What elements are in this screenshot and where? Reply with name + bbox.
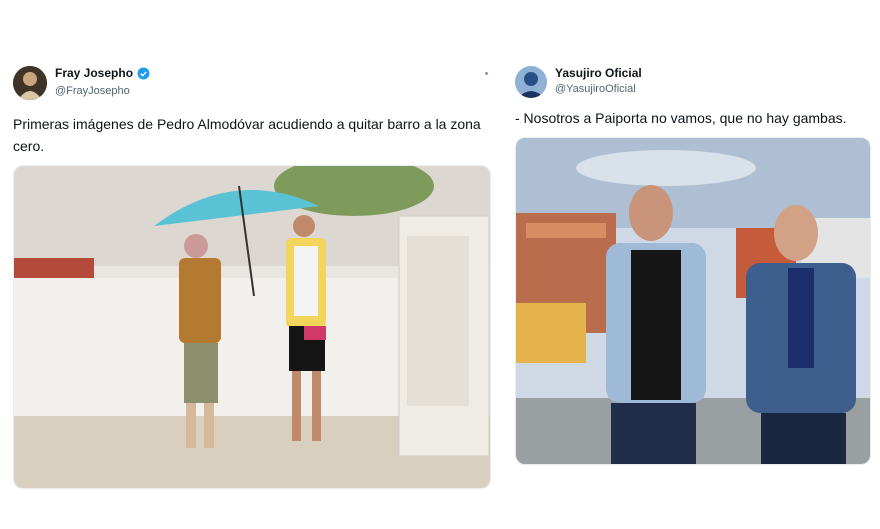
tweet-photo-two-men[interactable]: [515, 137, 871, 465]
photo-two-men-city-icon: [516, 138, 870, 464]
author-name[interactable]: Fray Josepho: [55, 66, 133, 80]
author-handle[interactable]: @YasujiroOficial: [555, 83, 636, 95]
verified-badge-icon: [137, 67, 150, 80]
author-name[interactable]: Yasujiro Oficial: [555, 66, 642, 80]
photo-two-men-umbrella-icon: [14, 166, 490, 488]
avatar-yasujiro-oficial[interactable]: [515, 66, 547, 98]
tweet-photo-almodovar[interactable]: [13, 165, 491, 489]
more-menu-icon[interactable]: [485, 72, 488, 75]
tweet-text: - Nosotros a Paiporta no vamos, que no h…: [515, 110, 847, 126]
author-handle[interactable]: @FrayJosepho: [55, 85, 130, 97]
avatar-fray-josepho[interactable]: [13, 66, 47, 100]
tweet-card-left[interactable]: Fray Josepho @FrayJosepho Primeras imáge…: [0, 55, 500, 495]
tweet-text: Primeras imágenes de Pedro Almodóvar acu…: [13, 116, 481, 154]
tweet-card-right[interactable]: Yasujiro Oficial @YasujiroOficial - Noso…: [502, 55, 880, 475]
